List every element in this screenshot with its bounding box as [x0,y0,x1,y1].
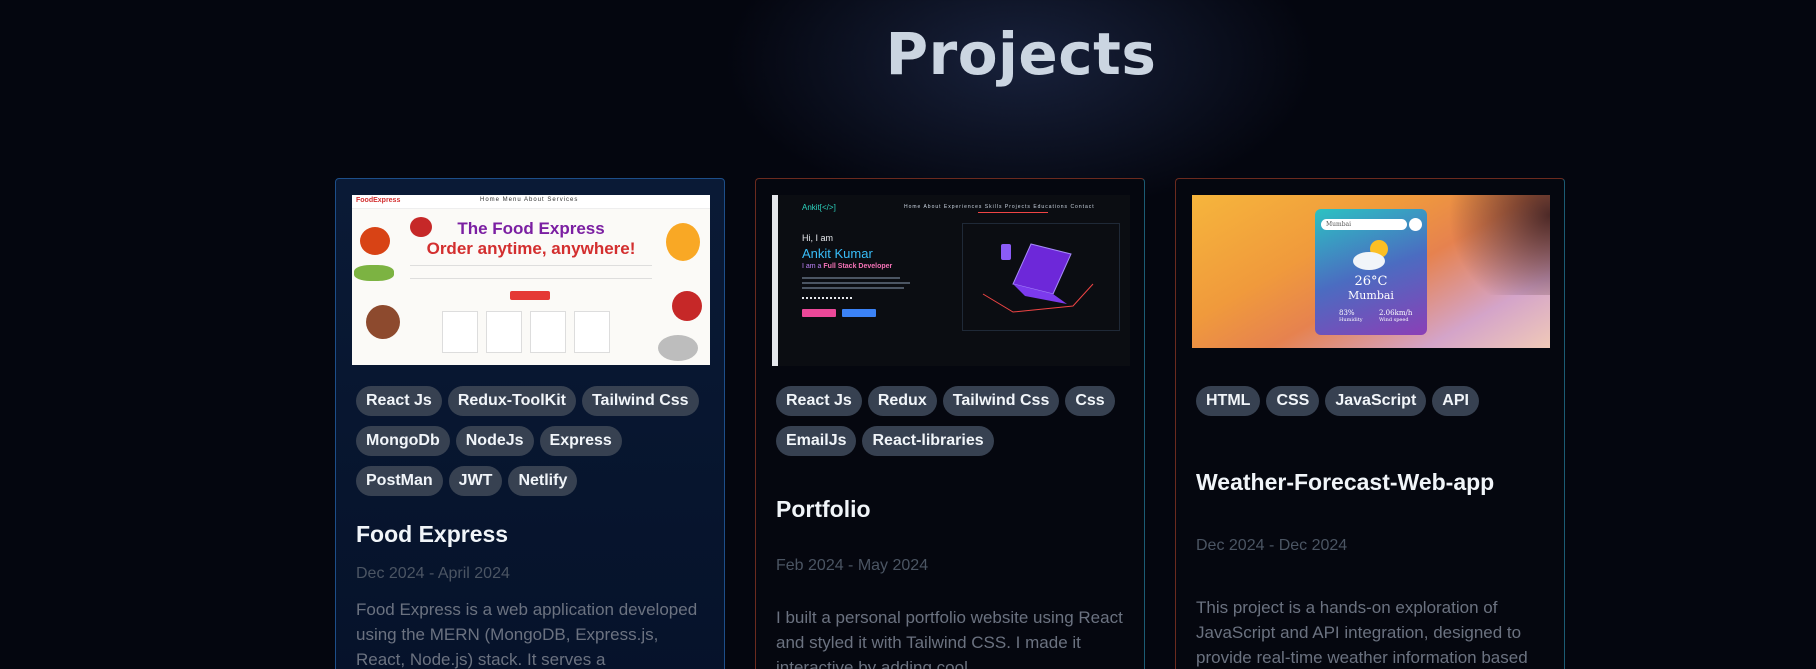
wind-value: 2.06km/h [1379,309,1413,317]
tech-tag: Tailwind Css [581,386,699,416]
tech-tag: JavaScript [1325,386,1427,416]
dish-card [442,311,478,353]
weather-search-input: Mumbai [1321,219,1407,230]
nav-underline [978,212,1048,213]
tech-tag: NodeJs [455,426,534,456]
temperature: 26°C [1354,274,1388,289]
thumbnail-shade [1430,195,1550,295]
role-prefix: I am a [802,263,824,270]
social-icons [802,297,852,303]
text-line [802,282,910,284]
project-card-portfolio[interactable]: Ankit[</>] Home About Experiences Skills… [755,178,1145,669]
tech-tag: MongoDb [356,426,450,456]
project-description: This project is a hands-on exploration o… [1196,598,1528,667]
tech-tag: HTML [1196,386,1261,416]
project-card-food-express[interactable]: FoodExpress Home Menu About Services The… [335,178,725,669]
project-date: Dec 2024 - April 2024 [356,565,510,582]
garlic-image [658,335,698,361]
project-card-weather[interactable]: Mumbai 26°C Mumbai 83% Humidity 2.06km/h… [1175,178,1565,669]
tech-tag: React Js [776,386,862,416]
project-thumbnail[interactable]: Ankit[</>] Home About Experiences Skills… [772,195,1130,366]
wind-label: Wind speed [1379,317,1409,323]
cloud-sun-icon [1353,240,1388,270]
thumbnail-greeting: Hi, I am [802,233,834,243]
tech-tag: React Js [356,386,442,416]
thumbnail-role: I am a Full Stack Developer [802,263,892,270]
spice-image [366,305,400,339]
city-name: Mumbai [1348,289,1394,302]
thumbnail-brand: Ankit[</>] [802,203,836,212]
tech-tag: EmailJs [776,426,857,456]
dish-card [530,311,566,353]
project-date: Dec 2024 - Dec 2024 [1196,537,1348,554]
tech-tag: Netlify [508,466,578,496]
dish-card [574,311,610,353]
tech-tag: React-libraries [862,426,994,456]
hero-illustration [962,223,1120,331]
contact-button [802,309,836,317]
project-thumbnail[interactable]: FoodExpress Home Menu About Services The… [352,195,710,365]
project-date: Feb 2024 - May 2024 [776,557,929,574]
tech-tags: HTML CSS JavaScript API [1196,386,1551,416]
website-button [842,309,876,317]
thumbnail-logo: FoodExpress [356,197,401,204]
thumbnail-name: Ankit Kumar [802,246,873,261]
tech-tag: JWT [448,466,503,496]
thumbnail-blurb [410,265,652,279]
tech-tag: API [1432,386,1479,416]
tech-tags: React Js Redux-ToolKit Tailwind Css Mong… [356,386,711,496]
tech-tag: Redux [867,386,937,416]
page-title: Projects [885,20,1157,88]
project-title: Weather-Forecast-Web-app [1196,469,1495,495]
text-line [802,287,904,289]
project-title: Food Express [356,521,509,547]
tech-tag: Express [539,426,622,456]
thumbnail-subheadline: Order anytime, anywhere! [426,239,636,258]
search-icon [1409,218,1422,231]
weather-widget: Mumbai 26°C Mumbai 83% Humidity 2.06km/h… [1315,209,1427,335]
thumbnail-nav-links: Home Menu About Services [480,197,579,203]
tech-tags: React Js Redux Tailwind Css Css EmailJs … [776,386,1131,456]
project-title: Portfolio [776,496,871,522]
tech-tag: Tailwind Css [942,386,1060,416]
thumbnail-headline: The Food Express [457,219,605,238]
project-description: I built a personal portfolio website usi… [776,608,1123,669]
tech-tag: Css [1065,386,1115,416]
thumbnail-nav-links: Home About Experiences Skills Projects E… [904,204,1095,210]
tomato-image [672,291,702,321]
pepper-image [354,265,394,281]
humidity-value: 83% [1339,309,1355,317]
text-line [802,277,900,279]
thumbnail-cta-button [510,291,550,300]
tech-tag: Redux-ToolKit [447,386,576,416]
tech-tag: CSS [1266,386,1320,416]
dish-card [486,311,522,353]
tech-tag: PostMan [356,466,443,496]
role-text: Full Stack Developer [823,263,893,270]
project-thumbnail[interactable]: Mumbai 26°C Mumbai 83% Humidity 2.06km/h… [1192,195,1550,348]
humidity-label: Humidity [1339,317,1363,323]
project-description: Food Express is a web application develo… [356,600,698,669]
